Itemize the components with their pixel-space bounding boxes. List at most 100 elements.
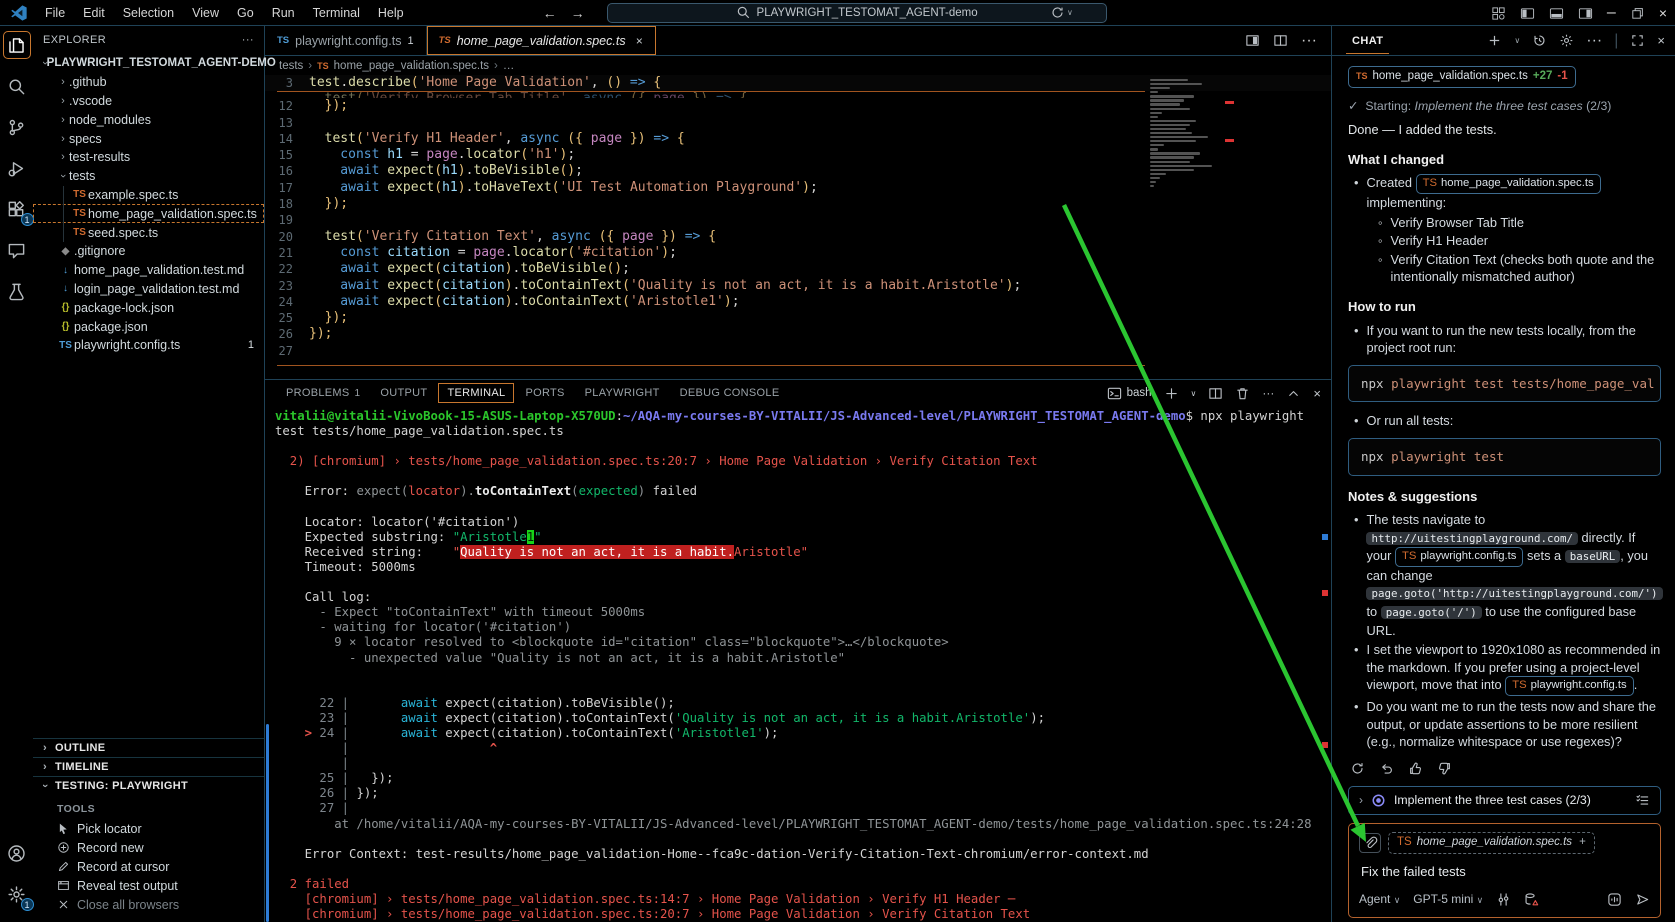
file-chip[interactable]: TSplaywright.config.ts [1505,676,1634,696]
new-terminal-icon[interactable] [1164,386,1179,401]
attachment-chip[interactable]: TShome_page_validation.spec.ts+ [1388,832,1595,854]
code-block[interactable]: npx playwright test [1348,438,1661,476]
menu-view[interactable]: View [183,3,228,23]
chevron-down-icon[interactable]: ∨ [1514,36,1520,45]
menu-file[interactable]: File [36,3,74,23]
activity-account-icon[interactable] [4,840,30,866]
add-attachment-icon[interactable]: + [1579,834,1586,852]
activity-run-debug-icon[interactable] [4,155,30,181]
more-icon[interactable]: ··· [1586,32,1602,50]
activity-chat-icon[interactable] [4,237,30,263]
panel-tab-playwright[interactable]: PLAYWRIGHT [576,383,669,403]
tree-item-package.json[interactable]: {}package.json [33,317,264,336]
command-center[interactable]: PLAYWRIGHT_TESTOMAT_AGENT-demo [607,3,1107,23]
section-testing-playwright[interactable]: ›TESTING: PLAYWRIGHT [33,776,264,795]
send-icon[interactable] [1635,892,1650,907]
minimap[interactable] [1150,79,1222,189]
tree-item-home_page_validation.spec.ts[interactable]: TShome_page_validation.spec.ts [33,204,264,223]
restore-icon[interactable] [1630,6,1645,21]
toggle-panel-icon[interactable] [1549,6,1564,21]
tree-item-package-lock.json[interactable]: {}package-lock.json [33,298,264,317]
back-icon[interactable]: ← [543,5,557,21]
section-outline[interactable]: ›OUTLINE [33,738,264,757]
gear-icon[interactable] [1559,33,1574,48]
panel-tab-ports[interactable]: PORTS [516,383,573,403]
more-actions-icon[interactable]: ··· [1301,32,1317,50]
file-chip[interactable]: TShome_page_validation.spec.ts [1416,174,1601,194]
menu-go[interactable]: Go [228,3,263,23]
activity-files-icon[interactable] [4,32,30,58]
explorer-more-icon[interactable]: ··· [242,34,254,46]
todo-list-box[interactable]: ›Implement the three test cases (2/3) [1348,786,1661,816]
shell-selector[interactable]: bash [1107,386,1152,401]
activity-source-control-icon[interactable] [4,114,30,140]
code-editor[interactable]: 3test.describe('Home Page Validation', (… [265,75,1331,363]
tree-item-specs[interactable]: ›specs [33,129,264,148]
attach-context-button[interactable] [1359,833,1381,853]
minimize-icon[interactable]: – [1607,4,1616,22]
tab-home_page_validation.spec.ts[interactable]: TShome_page_validation.spec.ts× [427,26,656,55]
menu-help[interactable]: Help [369,3,413,23]
toggle-secondary-sidebar-icon[interactable] [1578,6,1593,21]
menu-terminal[interactable]: Terminal [304,3,369,23]
thumbs-up-icon[interactable] [1408,761,1423,776]
chevron-down-icon[interactable]: ∨ [1191,389,1197,398]
more-icon[interactable]: ··· [1262,386,1274,400]
terminal[interactable]: vitalii@vitalii-VivoBook-15-ASUS-Laptop-… [265,406,1331,922]
model-picker[interactable]: GPT-5 mini ∨ [1413,891,1483,910]
tool-pick-locator[interactable]: Pick locator [33,819,264,838]
mcp-warning-icon[interactable] [1524,892,1539,907]
regenerate-icon[interactable] [1350,761,1365,776]
file-chip[interactable]: TSplaywright.config.ts [1395,547,1524,567]
menu-edit[interactable]: Edit [74,3,114,23]
activity-gear-icon[interactable]: 1 [4,881,30,907]
changed-file-chip[interactable]: TShome_page_validation.spec.ts+27-1 [1348,66,1576,88]
new-chat-icon[interactable] [1487,33,1502,48]
menu-selection[interactable]: Selection [114,3,183,23]
tree-item-test-results[interactable]: ›test-results [33,148,264,167]
tree-item-tests[interactable]: ›tests [33,167,264,186]
close-chat-icon[interactable]: × [1657,33,1665,48]
close-tab-icon[interactable]: × [636,34,643,48]
close-window-icon[interactable]: × [1659,5,1667,21]
tool-record-at-cursor[interactable]: Record at cursor [33,857,264,876]
tool-record-new[interactable]: Record new [33,838,264,857]
mode-picker[interactable]: Agent ∨ [1359,891,1400,910]
tree-item-example.spec.ts[interactable]: TSexample.spec.ts [33,186,264,205]
tree-item-playwright_testomat_agent-demo[interactable]: ›PLAYWRIGHT_TESTOMAT_AGENT-DEMO [33,54,264,73]
kill-terminal-icon[interactable] [1235,386,1250,401]
configure-tools-icon[interactable] [1496,892,1511,907]
section-timeline[interactable]: ›TIMELINE [33,757,264,776]
chat-input-box[interactable]: TShome_page_validation.spec.ts+ Fix the f… [1348,823,1661,918]
todo-list-icon[interactable] [1635,793,1650,808]
undo-icon[interactable] [1379,761,1394,776]
code-block[interactable]: npx playwright test tests/home_page_val [1348,365,1661,403]
sync-icon[interactable] [1050,5,1065,20]
tree-item-login_page_validation.test.md[interactable]: ↓login_page_validation.test.md [33,280,264,299]
tree-item-node_modules[interactable]: ›node_modules [33,110,264,129]
tool-reveal-test-output[interactable]: Reveal test output [33,876,264,895]
chat-input-text[interactable]: Fix the failed tests [1361,863,1650,881]
breadcrumb-segment[interactable]: home_page_validation.spec.ts [334,60,489,72]
menu-run[interactable]: Run [263,3,304,23]
chat-tab[interactable]: CHAT [1346,28,1389,54]
toggle-changes-icon[interactable] [1245,33,1260,48]
tree-item-seed.spec.ts[interactable]: TSseed.spec.ts [33,223,264,242]
tree-item-.github[interactable]: ›.github [33,73,264,92]
forward-icon[interactable]: → [571,5,585,21]
breadcrumb-segment[interactable]: tests [279,60,303,72]
split-terminal-icon[interactable] [1208,386,1223,401]
history-icon[interactable] [1532,33,1547,48]
breadcrumb-segment[interactable]: … [503,60,515,72]
tree-item-home_page_validation.test.md[interactable]: ↓home_page_validation.test.md [33,261,264,280]
activity-extensions-icon[interactable]: 1 [4,196,30,222]
close-panel-icon[interactable]: × [1313,386,1321,401]
panel-tab-output[interactable]: OUTPUT [371,383,436,403]
tree-item-playwright.config.ts[interactable]: TSplaywright.config.ts1 [33,336,264,355]
maximize-panel-icon[interactable] [1286,386,1301,401]
breadcrumb[interactable]: tests›TShome_page_validation.spec.ts›… [265,56,1331,75]
toggle-sidebar-icon[interactable] [1520,6,1535,21]
voice-input-icon[interactable] [1607,892,1622,907]
tab-playwright.config.ts[interactable]: TSplaywright.config.ts1 [265,26,427,55]
activity-search-icon[interactable] [4,73,30,99]
